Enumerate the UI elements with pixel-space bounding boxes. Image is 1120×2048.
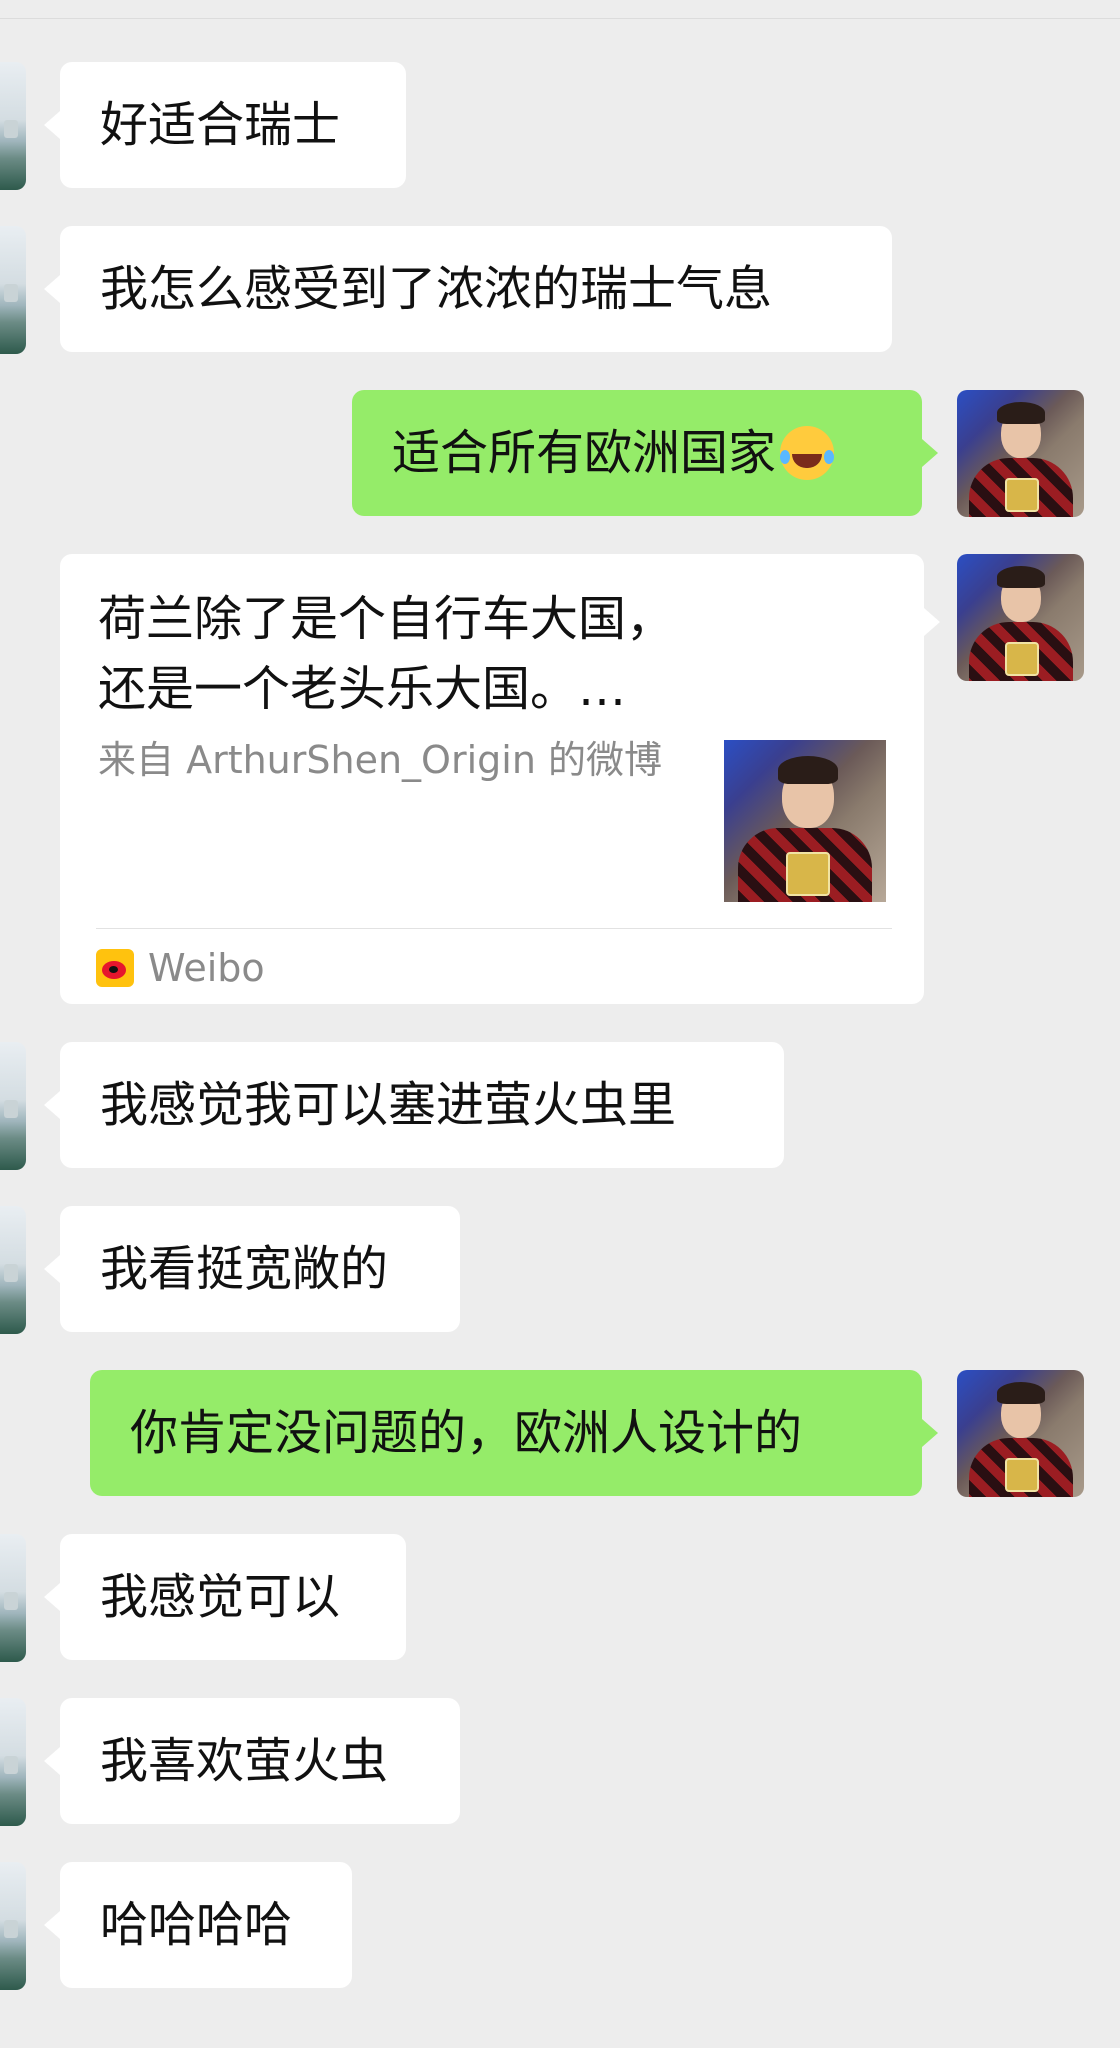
link-card-thumbnail — [724, 740, 886, 902]
tears-of-joy-emoji-icon — [780, 426, 835, 480]
my-avatar[interactable] — [957, 390, 1084, 517]
message-text: 好适合瑞士 — [100, 97, 341, 153]
message-text: 我感觉我可以塞进萤火虫里 — [100, 1077, 677, 1133]
link-card-app-label: Weibo — [148, 946, 265, 990]
message-bubble-incoming[interactable]: 我喜欢萤火虫 — [44, 1698, 460, 1824]
message-text: 你肯定没问题的，欧洲人设计的 — [130, 1405, 803, 1461]
contact-avatar[interactable] — [0, 62, 26, 190]
message-text: 我喜欢萤火虫 — [100, 1733, 389, 1789]
message-text: 适合所有欧洲国家 — [392, 425, 777, 481]
message-bubble-incoming[interactable]: 哈哈哈哈 — [44, 1862, 352, 1988]
link-card-source: 来自 ArthurShen_Origin 的微博 — [98, 738, 662, 782]
my-avatar[interactable] — [957, 554, 1084, 681]
contact-avatar[interactable] — [0, 1206, 26, 1334]
link-card[interactable]: 荷兰除了是个自行车大国，还是一个老头乐大国。… 来自 ArthurShen_Or… — [60, 554, 940, 1004]
message-bubble-incoming[interactable]: 我感觉我可以塞进萤火虫里 — [44, 1042, 784, 1168]
message-text: 我怎么感受到了浓浓的瑞士气息 — [100, 261, 773, 317]
contact-avatar[interactable] — [0, 1042, 26, 1170]
message-text: 哈哈哈哈 — [100, 1897, 293, 1953]
message-bubble-outgoing[interactable]: 你肯定没问题的，欧洲人设计的 — [90, 1370, 938, 1496]
message-text: 我感觉可以 — [100, 1569, 341, 1625]
weibo-icon — [96, 949, 134, 987]
link-card-footer: Weibo — [96, 946, 265, 990]
message-bubble-incoming[interactable]: 我看挺宽敞的 — [44, 1206, 460, 1332]
message-bubble-incoming[interactable]: 我感觉可以 — [44, 1534, 406, 1660]
my-avatar[interactable] — [957, 1370, 1084, 1497]
message-bubble-outgoing[interactable]: 适合所有欧洲国家 — [352, 390, 938, 516]
message-bubble-incoming[interactable]: 我怎么感受到了浓浓的瑞士气息 — [44, 226, 892, 352]
link-card-title: 荷兰除了是个自行车大国，还是一个老头乐大国。… — [98, 591, 675, 717]
message-text: 我看挺宽敞的 — [100, 1241, 389, 1297]
top-divider — [0, 0, 1120, 19]
contact-avatar[interactable] — [0, 1862, 26, 1990]
link-card-divider — [96, 928, 892, 929]
message-bubble-incoming[interactable]: 好适合瑞士 — [44, 62, 406, 188]
contact-avatar[interactable] — [0, 1534, 26, 1662]
contact-avatar[interactable] — [0, 1698, 26, 1826]
contact-avatar[interactable] — [0, 226, 26, 354]
